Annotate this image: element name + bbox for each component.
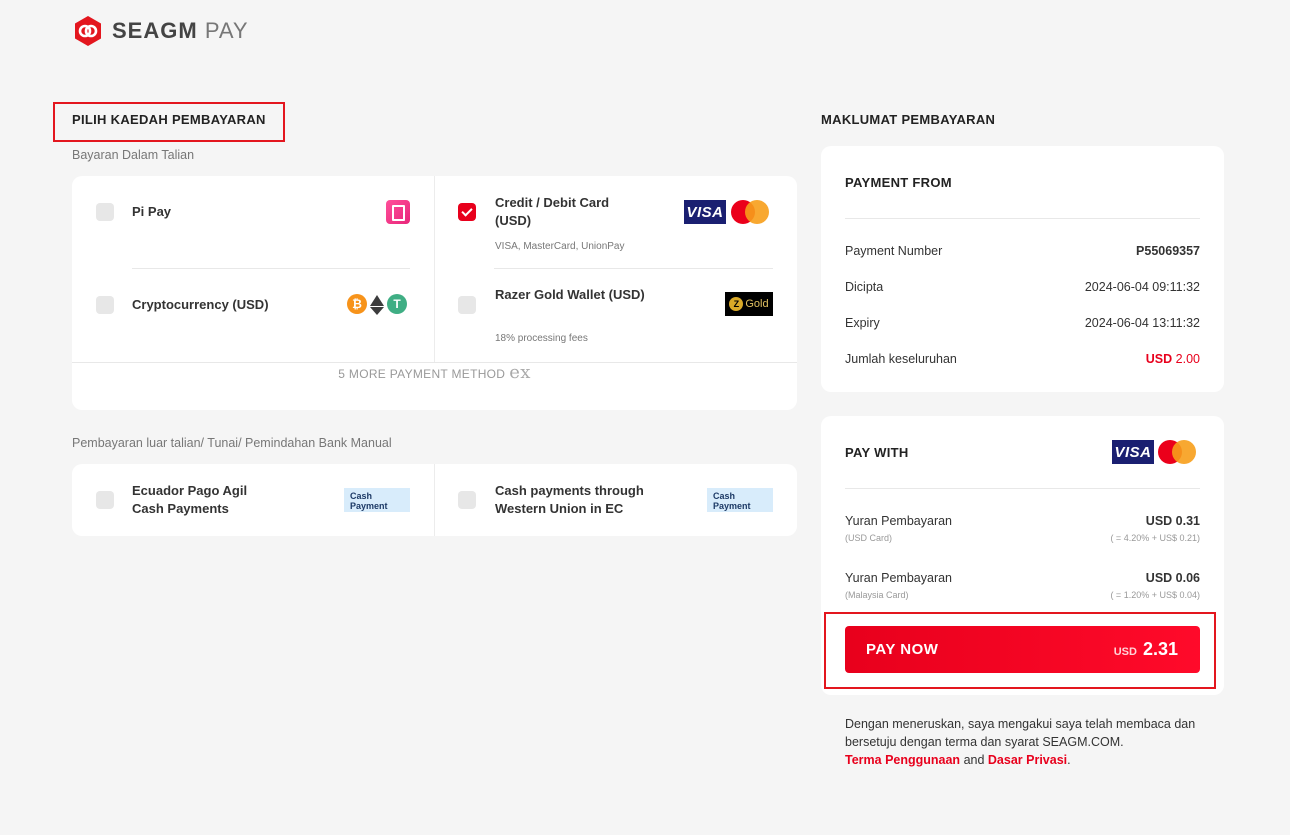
more-payment-methods-toggle[interactable]: 5 MORE PAYMENT METHOD ex: [72, 362, 797, 383]
pay-now-button[interactable]: PAY NOW USD 2.31: [845, 626, 1200, 673]
terms-and: and: [963, 753, 985, 767]
pipay-icon: [386, 200, 410, 224]
fee-detail: ( = 1.20% + US$ 0.04): [1110, 590, 1200, 600]
pay-with-title: PAY WITH: [845, 445, 909, 460]
fee-sub: (Malaysia Card): [845, 590, 909, 600]
offline-payment-label: Pembayaran luar talian/ Tunai/ Pemindaha…: [72, 436, 392, 450]
ethereum-icon: [370, 294, 384, 315]
method-name: Cryptocurrency (USD): [132, 297, 269, 312]
visa-icon: VISA: [684, 200, 726, 224]
expand-icon: ex: [509, 362, 531, 383]
more-methods-label: 5 MORE PAYMENT METHOD: [338, 367, 506, 381]
created-value: 2024-06-04 09:11:32: [1084, 280, 1200, 294]
method-razer-gold[interactable]: Razer Gold Wallet (USD) 18% processing f…: [434, 268, 797, 362]
online-methods-card: Pi Pay Credit / Debit Card (USD) VISA, M…: [72, 176, 797, 410]
bitcoin-icon: ₿: [347, 294, 367, 314]
razer-gold-icon: Z Gold: [725, 292, 773, 316]
method-ecuador-pago-agil[interactable]: Ecuador Pago Agil Cash Payments Cash Pay…: [72, 464, 434, 536]
online-payment-label: Bayaran Dalam Talian: [72, 148, 195, 162]
seagm-pay-logo[interactable]: SEAGM PAY: [72, 15, 249, 47]
crypto-icons: ₿ T: [347, 294, 407, 315]
payment-from-title: PAYMENT FROM: [845, 175, 952, 190]
choose-payment-title: PILIH KAEDAH PEMBAYARAN: [72, 112, 266, 127]
fee-detail: ( = 4.20% + US$ 0.21): [1110, 533, 1200, 543]
method-name: Pi Pay: [132, 204, 172, 219]
pi-pay-checkbox[interactable]: [96, 203, 114, 221]
payment-from-card: PAYMENT FROM Payment Number P55069357 Di…: [821, 146, 1224, 392]
method-name: Ecuador Pago Agil Cash Payments: [132, 483, 248, 516]
tether-icon: T: [387, 294, 407, 314]
method-name: Cash payments through Western Union in E…: [495, 483, 644, 516]
offline-methods-card: Ecuador Pago Agil Cash Payments Cash Pay…: [72, 464, 797, 536]
terms-of-use-link[interactable]: Terma Penggunaan: [845, 753, 960, 767]
method-western-union[interactable]: Cash payments through Western Union in E…: [434, 464, 797, 536]
terms-period: .: [1067, 753, 1071, 767]
crypto-checkbox[interactable]: [96, 296, 114, 314]
total-value: USD 2.00: [1146, 352, 1200, 366]
brand-wordmark: SEAGM PAY: [112, 18, 249, 43]
method-cryptocurrency[interactable]: Cryptocurrency (USD) ₿ T: [72, 268, 434, 362]
razer-gold-checkbox[interactable]: [458, 296, 476, 314]
total-amount: 2.00: [1175, 352, 1200, 366]
payment-number-label: Payment Number: [845, 244, 943, 258]
fee-label: Yuran Pembayaran: [845, 514, 953, 528]
western-union-checkbox[interactable]: [458, 491, 476, 509]
method-pi-pay[interactable]: Pi Pay: [72, 176, 434, 268]
method-name: Razer Gold Wallet (USD): [495, 287, 645, 302]
expiry-value: 2024-06-04 13:11:32: [1084, 316, 1200, 330]
ecuador-checkbox[interactable]: [96, 491, 114, 509]
method-sub: VISA, MasterCard, UnionPay: [495, 241, 625, 252]
privacy-policy-link[interactable]: Dasar Privasi: [988, 753, 1067, 767]
total-label: Jumlah keseluruhan: [845, 352, 957, 366]
divider: [845, 488, 1200, 489]
visa-icon: VISA: [1112, 440, 1154, 464]
cash-payment-badge: Cash Payment: [707, 488, 773, 512]
created-label: Dicipta: [845, 280, 884, 294]
terms-text: Dengan meneruskan, saya mengakui saya te…: [845, 715, 1205, 769]
divider: [845, 218, 1200, 219]
seagm-logo-icon: [75, 16, 101, 46]
mastercard-icon: [1158, 440, 1198, 464]
fee-value: USD 0.31: [1145, 514, 1200, 528]
pay-now-amount: USD 2.31: [1113, 639, 1178, 659]
fee-value: USD 0.06: [1145, 571, 1200, 585]
payment-number-value: P55069357: [1136, 244, 1200, 258]
credit-card-checkbox[interactable]: [458, 203, 476, 221]
total-currency: USD: [1145, 352, 1173, 366]
pay-now-label: PAY NOW: [866, 641, 939, 658]
terms-sentence: Dengan meneruskan, saya mengakui saya te…: [845, 717, 1196, 749]
method-credit-debit-card[interactable]: Credit / Debit Card (USD) VISA, MasterCa…: [434, 176, 797, 268]
expiry-label: Expiry: [845, 316, 880, 330]
cash-payment-badge: Cash Payment: [344, 488, 410, 512]
method-sub: 18% processing fees: [495, 333, 588, 344]
mastercard-icon: [731, 200, 771, 224]
fee-sub: (USD Card): [845, 533, 893, 543]
fee-label: Yuran Pembayaran: [845, 571, 953, 585]
method-name: Credit / Debit Card (USD): [495, 195, 610, 228]
payment-info-title: MAKLUMAT PEMBAYARAN: [821, 112, 996, 127]
